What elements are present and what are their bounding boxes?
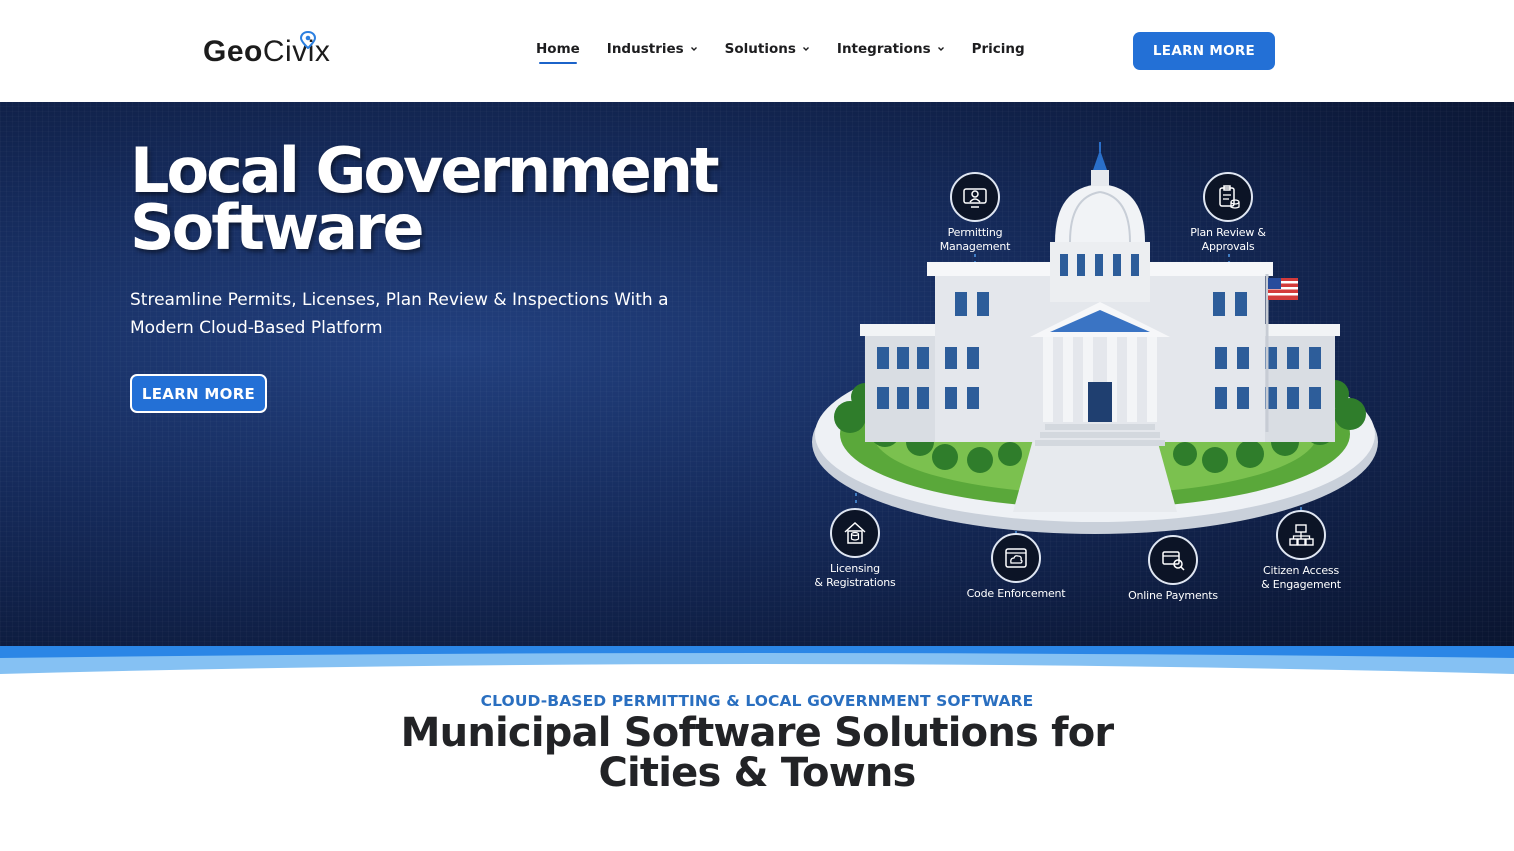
hero-title: Local Government Software — [130, 140, 770, 259]
payment-search-icon — [1148, 535, 1198, 585]
learn-more-header-button[interactable]: LEARN MORE — [1133, 32, 1275, 70]
network-icon — [1276, 510, 1326, 560]
feature-label: Code Enforcement — [966, 587, 1066, 600]
nav-label: Industries — [606, 41, 684, 57]
main-nav: Home Industries Solutions Integrations P… — [536, 38, 1052, 64]
section-title: Municipal Software Solutions for Cities … — [400, 710, 1115, 796]
feature-citizen-access: Citizen Access & Engagement — [1251, 510, 1351, 592]
feature-label: Plan Review & Approvals — [1190, 226, 1266, 253]
nav-item-home[interactable]: Home — [536, 38, 580, 64]
chevron-down-icon — [937, 47, 944, 51]
geocivix-logo[interactable]: GeoCivix — [203, 31, 331, 72]
nav-label: Solutions — [724, 41, 796, 57]
nav-item-integrations[interactable]: Integrations — [837, 38, 945, 60]
clipboard-check-icon — [1203, 172, 1253, 222]
feature-label: Online Payments — [1128, 589, 1218, 602]
feature-label: Citizen Access & Engagement — [1261, 564, 1341, 591]
nav-label: Integrations — [836, 41, 931, 57]
nav-item-pricing[interactable]: Pricing — [972, 38, 1025, 60]
feature-label: Permitting Management — [939, 226, 1011, 253]
learn-more-hero-button[interactable]: LEARN MORE — [130, 374, 267, 413]
nav-item-industries[interactable]: Industries — [607, 38, 698, 60]
hero-title-line2: Software — [130, 191, 425, 264]
feature-code-enforcement: Code Enforcement — [961, 533, 1071, 601]
feature-licensing: Licensing & Registrations — [805, 508, 905, 590]
chevron-down-icon — [690, 47, 697, 51]
city-hall-illustration: Permitting Management Plan Review & Approv… — [805, 142, 1395, 612]
site-header: GeoCivix Home Industries Solutions Integ… — [0, 0, 1514, 102]
feature-label: Licensing & Registrations — [814, 562, 896, 589]
chevron-down-icon — [802, 47, 809, 51]
nav-label: Home — [536, 41, 580, 57]
license-house-icon — [830, 508, 880, 558]
location-pin-icon — [299, 31, 317, 49]
hero-section: Local Government Software Streamline Per… — [0, 102, 1514, 647]
logo-civix: Civix — [262, 35, 331, 68]
cloud-window-icon — [991, 533, 1041, 583]
monitor-person-icon — [950, 172, 1000, 222]
logo-geo: Geo — [203, 35, 263, 68]
feature-permitting: Permitting Management — [925, 172, 1025, 254]
hero-subtitle: Streamline Permits, Licenses, Plan Revie… — [130, 290, 669, 338]
feature-online-payments: Online Payments — [1118, 535, 1228, 603]
nav-label: Pricing — [971, 41, 1025, 57]
section-eyebrow: CLOUD-BASED PERMITTING & LOCAL GOVERNMEN… — [480, 692, 1034, 710]
section-divider-wave — [0, 646, 1514, 676]
nav-item-solutions[interactable]: Solutions — [725, 38, 810, 60]
feature-plan-review: Plan Review & Approvals — [1178, 172, 1278, 254]
